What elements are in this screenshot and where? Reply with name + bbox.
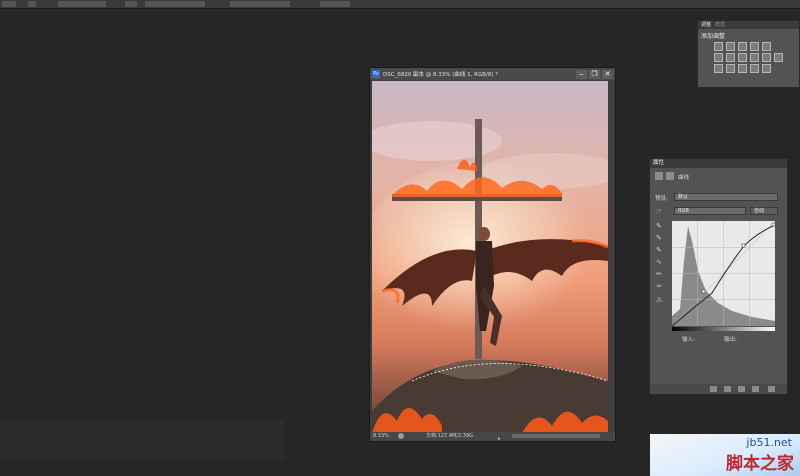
invert-icon[interactable]: [714, 64, 723, 73]
status-info-icon[interactable]: [398, 433, 404, 439]
hue-saturation-icon[interactable]: [714, 53, 723, 62]
preset-dropdown[interactable]: 默认: [674, 193, 778, 201]
reset-icon[interactable]: [738, 386, 745, 392]
tab-adjustments[interactable]: 调整: [701, 21, 711, 29]
curve-point: [701, 289, 706, 294]
levels-icon[interactable]: [726, 42, 735, 51]
figure-head: [478, 227, 490, 241]
document-window: Ps DSC_6820 副本 @ 8.33% (曲线 1, RGB/8) * ‒…: [369, 67, 616, 442]
posterize-icon[interactable]: [726, 64, 735, 73]
ps-document-icon: Ps: [372, 70, 380, 78]
status-arrow-icon[interactable]: ▸: [498, 435, 501, 444]
output-label: 输出:: [724, 337, 737, 343]
channel-mixer-icon[interactable]: [762, 53, 771, 62]
draw-curve-icon[interactable]: ✏: [656, 271, 664, 278]
black-point-eyedropper-icon[interactable]: ✎: [656, 223, 664, 230]
black-white-icon[interactable]: [738, 53, 747, 62]
options-bar: [0, 0, 800, 9]
adjustments-title: 添加调整: [701, 33, 726, 40]
tool-preset-button[interactable]: [2, 1, 16, 7]
color-balance-icon[interactable]: [726, 53, 735, 62]
brightness-icon[interactable]: [714, 42, 723, 51]
edit-points-icon[interactable]: ∿: [656, 259, 664, 266]
curves-graph[interactable]: [672, 221, 775, 326]
adjustments-panel: 调整 样式 添加调整: [697, 20, 800, 88]
input-gradient-bar: [672, 327, 775, 331]
align-button[interactable]: [125, 1, 137, 7]
watermark-name: 脚本之家: [726, 454, 794, 474]
white-point-eyedropper-icon[interactable]: ✎: [656, 247, 664, 254]
auto-button[interactable]: 自动: [750, 207, 778, 215]
auto-select-option[interactable]: [58, 1, 106, 7]
color-lookup-icon[interactable]: [774, 53, 783, 62]
workspace-faint-area: [0, 420, 285, 462]
clip-to-layer-icon[interactable]: [710, 386, 717, 392]
align-buttons-group[interactable]: [145, 1, 205, 7]
properties-footer: [650, 384, 787, 394]
channel-dropdown[interactable]: RGB: [674, 207, 746, 215]
document-size: 文档:127.4M/2.39G: [426, 433, 474, 439]
site-watermark: jb51.net 脚本之家: [650, 434, 800, 476]
document-title: DSC_6820 副本 @ 8.33% (曲线 1, RGB/8) *: [383, 72, 499, 78]
curve-point: [771, 222, 775, 227]
curves-icon[interactable]: [738, 42, 747, 51]
3d-mode-buttons[interactable]: [320, 1, 350, 7]
layer-type-label: 曲线: [678, 175, 690, 181]
adjustments-tabs: 调整 样式: [698, 21, 799, 29]
minimize-button[interactable]: ‒: [576, 69, 587, 79]
image-canvas[interactable]: [372, 81, 608, 433]
properties-panel: 属性 曲线 预设: 默认 ☞ RGB 自动 ✎ ✎ ✎ ∿ ✏ ≈ ⚠ 输入: …: [649, 158, 788, 395]
restore-button[interactable]: ❐: [589, 69, 600, 79]
exposure-icon[interactable]: [750, 42, 759, 51]
distribute-buttons-group[interactable]: [230, 1, 290, 7]
watermark-domain: jb51.net: [746, 436, 792, 449]
threshold-icon[interactable]: [738, 64, 747, 73]
on-image-adjust-icon[interactable]: ☞: [656, 208, 664, 215]
curves-layer-icon: [655, 172, 663, 180]
clipping-warning-icon[interactable]: ⚠: [656, 297, 664, 304]
close-button[interactable]: ✕: [602, 69, 613, 79]
input-label: 输入:: [682, 337, 695, 343]
preset-label: 预设:: [655, 196, 668, 202]
properties-header[interactable]: 属性: [650, 159, 787, 168]
document-titlebar[interactable]: Ps DSC_6820 副本 @ 8.33% (曲线 1, RGB/8) * ‒…: [370, 68, 615, 80]
smooth-curve-icon[interactable]: ≈: [656, 283, 664, 290]
curve-point: [741, 243, 746, 248]
toggle-button[interactable]: [28, 1, 36, 7]
gradient-map-icon[interactable]: [750, 64, 759, 73]
trash-icon[interactable]: [768, 386, 775, 392]
tab-styles[interactable]: 样式: [715, 21, 725, 29]
photo-filter-icon[interactable]: [750, 53, 759, 62]
vibrance-icon[interactable]: [762, 42, 771, 51]
horizontal-scrollbar[interactable]: [512, 434, 600, 438]
mask-icon[interactable]: [666, 172, 674, 180]
selective-color-icon[interactable]: [762, 64, 771, 73]
zoom-level[interactable]: 8.33%: [373, 432, 389, 441]
status-bar: 8.33% 文档:127.4M/2.39G ▸: [370, 432, 615, 444]
gray-point-eyedropper-icon[interactable]: ✎: [656, 235, 664, 242]
visibility-eye-icon[interactable]: [752, 386, 759, 392]
view-previous-icon[interactable]: [724, 386, 731, 392]
